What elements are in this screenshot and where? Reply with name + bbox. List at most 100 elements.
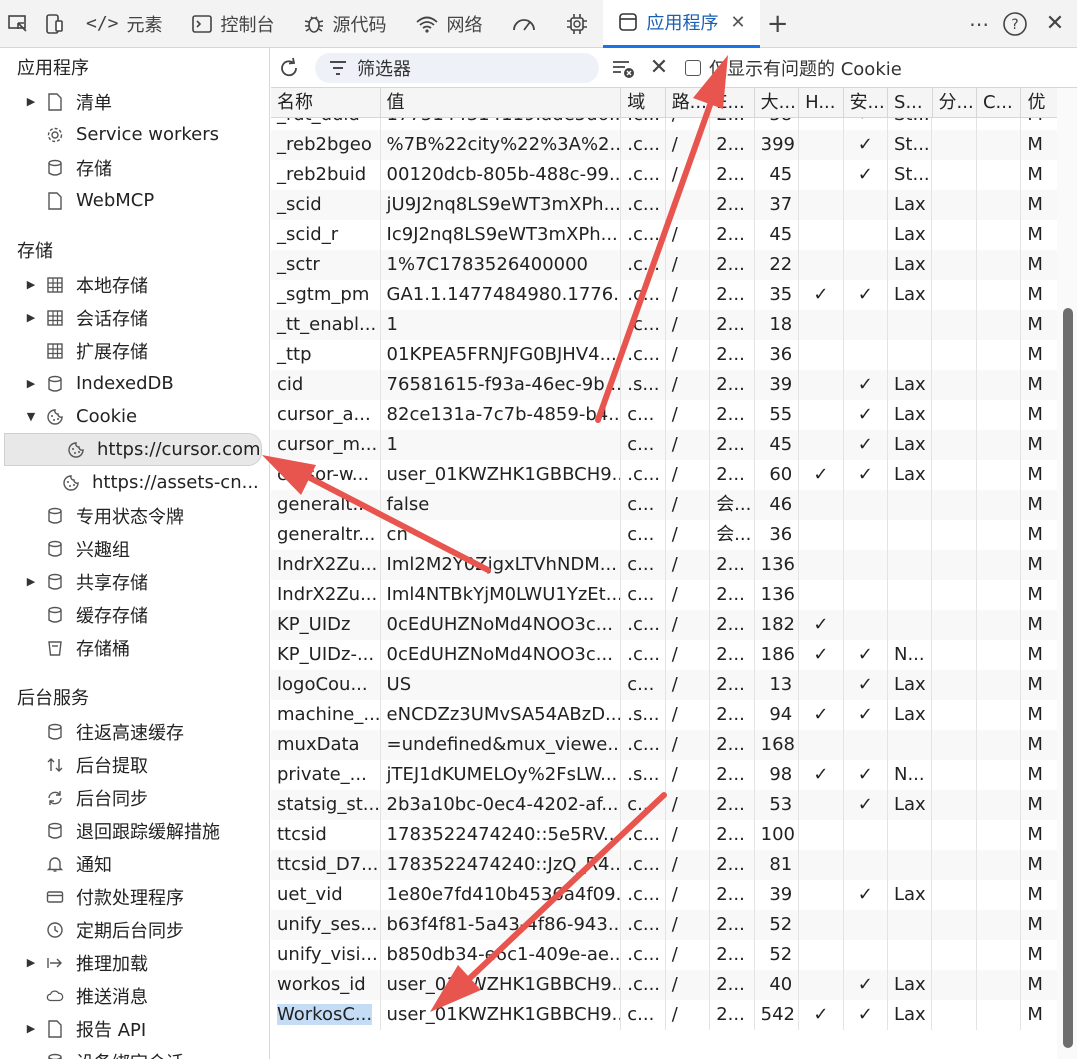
only-issues-checkbox[interactable] (685, 59, 701, 76)
table-row[interactable]: ttcsid 1783522474240::5e5RV.... .c.../2...… (271, 820, 1057, 850)
inspect-element-icon[interactable] (0, 0, 36, 48)
table-row[interactable]: _scid_r Ic9J2nq8LS9eWT3mXPh... .c.../2... 4… (271, 220, 1057, 250)
sidebar-item[interactable]: https://cursor.com (4, 433, 262, 466)
table-row[interactable]: cursor-w... user_01KWZHK1GBBCH9... .c.../2… (271, 460, 1057, 490)
sidebar-item[interactable]: WebMCP (0, 184, 269, 217)
sidebar-item[interactable]: 退回跟踪缓解措施 (0, 814, 269, 847)
table-row[interactable]: _reb2buid 00120dcb-805b-488c-99... .c.../2… (271, 160, 1057, 190)
sidebar-item[interactable]: 通知 (0, 847, 269, 880)
column-header-name[interactable]: 名称 (271, 88, 381, 118)
column-header-value[interactable]: 值 (381, 88, 622, 118)
column-header-path[interactable]: 路... (666, 88, 711, 118)
expand-arrow-icon[interactable]: ▶ (24, 311, 38, 324)
sidebar-item[interactable]: 往返高速缓存 (0, 715, 269, 748)
column-header-expires[interactable]: E... (710, 88, 755, 118)
table-row[interactable]: IndrX2Zu... Iml4NTBkYjM0LWU1YzEt... c.../2… (271, 580, 1057, 610)
table-row[interactable]: workos_id user_01KWZHK1GBBCH9... .c.../2..… (271, 970, 1057, 1000)
sidebar-item[interactable]: 后台同步 (0, 781, 269, 814)
table-row[interactable]: generaltr... cn c... / 会... 36 M (271, 520, 1057, 550)
more-options-icon[interactable]: ⋯ (961, 0, 997, 48)
expand-arrow-icon[interactable]: ▶ (24, 377, 38, 390)
sidebar-item[interactable]: ▶ 报告 API (0, 1012, 269, 1045)
table-row[interactable]: unify_ses... b63f4f81-5a43-4f86-943... .c.… (271, 910, 1057, 940)
table-row[interactable]: cid 76581615-f93a-46ec-9b... .s.../2... 39 ✓… (271, 370, 1057, 400)
table-scrollbar[interactable] (1057, 88, 1077, 1059)
scrollbar-thumb[interactable] (1063, 308, 1073, 1048)
sidebar-item[interactable]: 存储 (0, 151, 269, 184)
sidebar-item[interactable]: https://assets-cn... (0, 466, 269, 499)
tab-elements[interactable]: </> 元素 (72, 0, 177, 48)
table-row[interactable]: _scid jU9J2nq8LS9eWT3mXPh... .c.../2... 37 L… (271, 190, 1057, 220)
sidebar-item[interactable]: ▼ Cookie (0, 400, 269, 433)
table-row[interactable]: KP_UIDz-... 0cEdUHZNoMd4NOO3c... .c.../2..… (271, 640, 1057, 670)
sidebar-item-label: 往返高速缓存 (76, 722, 184, 744)
sidebar-item[interactable]: 兴趣组 (0, 532, 269, 565)
expand-arrow-icon[interactable]: ▶ (24, 1022, 38, 1035)
tab-network[interactable]: 网络 (401, 0, 497, 48)
column-header-secure[interactable]: 安... (844, 88, 889, 118)
sidebar-item[interactable]: 存储桶 (0, 631, 269, 664)
sidebar-item[interactable]: ▶ 会话存储 (0, 301, 269, 334)
close-tab-icon[interactable]: ✕ (731, 12, 746, 33)
table-row[interactable]: _reb2bgeo %7B%22city%22%3A%2... .c.../2...… (271, 130, 1057, 160)
column-header-priority[interactable]: 优 (1021, 88, 1057, 118)
sidebar-item[interactable]: 定期后台同步 (0, 913, 269, 946)
sidebar-item[interactable]: ▶ 推理加载 (0, 946, 269, 979)
table-row[interactable]: _ttp 01KPEA5FRNJFG0BJHV4... .c.../2... 36 M (271, 340, 1057, 370)
sidebar-item[interactable]: 付款处理程序 (0, 880, 269, 913)
table-row[interactable]: uet_vid 1e80e7fd410b4536a4f09... .c.../2..… (271, 880, 1057, 910)
table-row[interactable]: muxData =undefined&mux_viewe... .c.../2...… (271, 730, 1057, 760)
close-devtools-icon[interactable]: ✕ (1033, 0, 1077, 48)
tab-memory[interactable] (551, 0, 603, 48)
refresh-icon[interactable] (271, 50, 307, 86)
help-icon[interactable]: ? (997, 0, 1033, 48)
tab-performance[interactable] (497, 0, 551, 48)
sidebar-item[interactable]: ▶ IndexedDB (0, 367, 269, 400)
table-row[interactable]: machine_... eNCDZz3UMvSA54ABzD... .s.../2.… (271, 700, 1057, 730)
sidebar-item[interactable]: 后台提取 (0, 748, 269, 781)
table-row[interactable]: generalt... false c... / 会... 46 M (271, 490, 1057, 520)
tab-console[interactable]: 控制台 (177, 0, 289, 48)
sidebar-item[interactable]: ▶ 共享存储 (0, 565, 269, 598)
clear-all-cookies-icon[interactable] (605, 50, 641, 86)
table-row[interactable]: logoCou... US c.../2... 13 ✓ Lax M (271, 670, 1057, 700)
delete-selected-icon[interactable]: ✕ (641, 50, 677, 86)
tab-application[interactable]: 应用程序 ✕ (602, 0, 760, 48)
filter-input[interactable]: 筛选器 (315, 52, 599, 83)
expand-arrow-icon[interactable]: ▶ (24, 575, 38, 588)
table-row[interactable]: _tt_enabl... 1 .c.../2... 18 M (271, 310, 1057, 340)
table-row[interactable]: _sctr 1%7C1783526400000 .c.../2... 22 Lax M (271, 250, 1057, 280)
collapse-arrow-icon[interactable]: ▼ (24, 410, 38, 423)
table-row[interactable]: IndrX2Zu... Iml2M2Y0ZjgxLTVhNDM... c.../2.… (271, 550, 1057, 580)
table-row[interactable]: ttcsid_D7... 1783522474240::JzQ_R4... .c..… (271, 850, 1057, 880)
expand-arrow-icon[interactable]: ▶ (24, 278, 38, 291)
sidebar-item[interactable]: 推送消息 (0, 979, 269, 1012)
table-row[interactable]: cursor_m... 1 c.../2... 45 ✓ Lax M (271, 430, 1057, 460)
sidebar-item[interactable]: Service workers (0, 118, 269, 151)
device-toolbar-icon[interactable] (36, 0, 72, 48)
column-header-partition-key[interactable]: 分... (933, 88, 977, 118)
table-row[interactable]: _sgtm_pm GA1.1.1477484980.1776... .c.../2.… (271, 280, 1057, 310)
column-header-size[interactable]: 大... (755, 88, 800, 118)
sidebar-item[interactable]: 专用状态令牌 (0, 499, 269, 532)
table-row[interactable]: WorkosC... user_01KWZHK1GBBCH9... c.../2..… (271, 1000, 1057, 1030)
sidebar-item[interactable]: 缓存存储 (0, 598, 269, 631)
expand-arrow-icon[interactable]: ▶ (24, 956, 38, 969)
table-row[interactable]: statsig_st... 2b3a10bc-0ec4-4202-af... c..… (271, 790, 1057, 820)
table-row[interactable]: unify_visi... b850db34-e6c1-409e-ae... .c.… (271, 940, 1057, 970)
sidebar-item[interactable]: 设备绑定会话 (0, 1045, 269, 1059)
add-tab-icon[interactable]: + (760, 0, 796, 48)
column-header-cross-site[interactable]: C... (977, 88, 1022, 118)
sidebar-item[interactable]: 扩展存储 (0, 334, 269, 367)
table-row[interactable]: cursor_a... 82ce131a-7c7b-4859-b4... c... /… (271, 400, 1057, 430)
sidebar-item[interactable]: ▶ 本地存储 (0, 268, 269, 301)
column-header-httponly[interactable]: H... (799, 88, 844, 118)
cell-expires: 2... (710, 190, 755, 220)
tab-sources[interactable]: 源代码 (289, 0, 401, 48)
sidebar-item[interactable]: ▶ 清单 (0, 85, 269, 118)
column-header-domain[interactable]: 域 (621, 88, 666, 118)
table-row[interactable]: KP_UIDz 0cEdUHZNoMd4NOO3c... .c.../2... 182… (271, 610, 1057, 640)
table-row[interactable]: private_... jTEJ1dKUMELOy%2FsLW... .s.../2… (271, 760, 1057, 790)
column-header-samesite[interactable]: S... (888, 88, 933, 118)
expand-arrow-icon[interactable]: ▶ (24, 95, 38, 108)
